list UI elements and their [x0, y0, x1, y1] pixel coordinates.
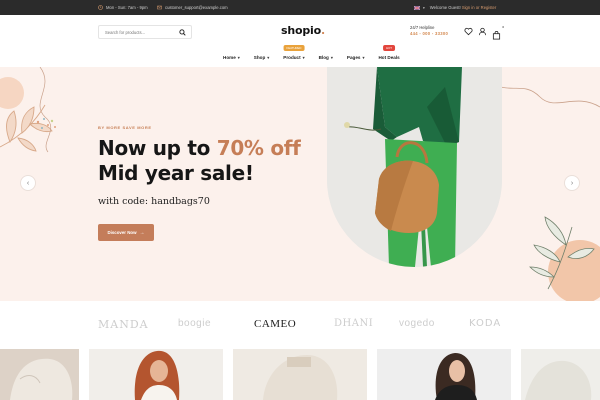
brand-logo[interactable]: DHANI: [334, 318, 373, 329]
chevron-down-icon: ▾: [330, 54, 333, 60]
uk-flag-icon[interactable]: [414, 5, 420, 10]
hero-image-arch: [327, 67, 502, 267]
cta-label: Discover Now: [107, 230, 137, 235]
header-icons: 0: [464, 25, 504, 40]
page: Mon - Sun: 7am - 9pm customer_support@ex…: [0, 0, 600, 400]
category-card-image: [0, 349, 79, 400]
search-input[interactable]: [99, 26, 177, 38]
language-caret-icon[interactable]: ▾: [423, 6, 425, 10]
category-card-image: [233, 349, 367, 400]
category-card-image: [377, 349, 511, 400]
discover-now-button[interactable]: Discover Now →: [98, 224, 154, 241]
clock-icon: [98, 5, 103, 10]
logo-text: shopio: [281, 24, 321, 37]
nav-label: Shop: [253, 54, 266, 60]
chevron-left-icon: ‹: [26, 179, 30, 187]
support-email-text[interactable]: customer_support@example.com: [165, 5, 228, 10]
category-card[interactable]: [377, 349, 511, 400]
brand-logo-active[interactable]: CAMEO: [254, 318, 296, 330]
hot-flag: HOT: [383, 45, 395, 51]
nav-item-product[interactable]: FEATURED Product ▾: [276, 45, 311, 62]
brand-logo[interactable]: KODA: [469, 318, 501, 329]
brand-logo[interactable]: vogedo: [399, 318, 435, 329]
nav-item-pages[interactable]: Pages ▾: [340, 52, 372, 62]
nav-label: Pages: [346, 54, 361, 60]
nav-label: Home: [223, 54, 236, 60]
arrow-right-icon: →: [139, 229, 145, 236]
category-card[interactable]: [521, 349, 600, 400]
category-card[interactable]: [0, 349, 79, 400]
hero-headline-line2: Mid year sale!: [98, 161, 254, 185]
support-email[interactable]: customer_support@example.com: [157, 0, 228, 15]
category-card[interactable]: [89, 349, 223, 400]
promo-code-text: with code: handbags70: [98, 196, 210, 207]
nav-label: Product: [283, 54, 301, 60]
featured-flag: FEATURED: [283, 45, 305, 51]
category-card[interactable]: [233, 349, 367, 400]
leaf-sprig-left: [0, 104, 53, 152]
brand-logo-strip: MANDA boogie CAMEO DHANI vogedo KODA: [0, 301, 600, 349]
headline-discount: 70% off: [216, 136, 301, 160]
header: shopio. 24/7 Helpline 444 - 000 - 33300 …: [0, 15, 600, 67]
category-cards-row: [0, 349, 600, 400]
peach-circle-left: [0, 77, 24, 109]
cart-bag-icon: [492, 31, 501, 40]
account-links: ▾ Welcome Guest! Sign in or Register: [414, 0, 496, 15]
chevron-down-icon: ▾: [362, 54, 365, 60]
wishlist-heart-icon[interactable]: [464, 27, 473, 36]
nav-label: Blog: [318, 54, 329, 60]
store-hours: Mon - Sun: 7am - 9pm: [98, 0, 148, 15]
nav-item-shop[interactable]: Shop ▾: [247, 52, 277, 62]
brand-logo[interactable]: boogie: [178, 318, 211, 329]
chevron-down-icon: ▾: [237, 54, 240, 60]
hero-decoration: [0, 67, 600, 301]
cart-count-badge: 0: [502, 25, 504, 29]
welcome-text: Welcome Guest!: [429, 5, 461, 10]
search-icon[interactable]: [179, 29, 186, 36]
line-squiggle-left: [39, 67, 52, 153]
category-card-image: [89, 349, 223, 400]
hero-banner: BY MORE SAVE MORE Now up to 70% off Mid …: [0, 67, 600, 301]
nav-item-blog[interactable]: Blog ▾: [312, 52, 340, 62]
brand-logo[interactable]: MANDA: [98, 318, 149, 331]
slider-next-button[interactable]: ›: [564, 175, 580, 191]
headline-prefix: Now up to: [98, 136, 217, 160]
hero-eyebrow: BY MORE SAVE MORE: [98, 125, 152, 130]
main-nav: Home ▾ Shop ▾ FEATURED Product ▾ Blog ▾ Pages…: [216, 45, 407, 62]
chevron-down-icon: ▾: [302, 54, 305, 60]
helpline: 24/7 Helpline 444 - 000 - 33300: [410, 25, 448, 37]
store-hours-text: Mon - Sun: 7am - 9pm: [106, 5, 148, 10]
hero-headline-line1: Now up to 70% off: [98, 136, 301, 160]
slider-prev-button[interactable]: ‹: [20, 175, 36, 191]
logo-dot: .: [320, 24, 325, 37]
nav-item-hot-deals[interactable]: HOT Hot Deals: [371, 45, 406, 62]
site-logo[interactable]: shopio.: [281, 24, 325, 37]
mail-icon: [157, 5, 162, 10]
signin-link[interactable]: Sign in or Register: [462, 5, 496, 10]
search-box: [98, 25, 192, 39]
top-bar: Mon - Sun: 7am - 9pm customer_support@ex…: [0, 0, 600, 15]
chevron-right-icon: ›: [570, 179, 574, 187]
nav-item-home[interactable]: Home ▾: [216, 52, 247, 62]
model-handbag-image: [327, 67, 502, 267]
nav-label: Hot Deals: [378, 54, 400, 60]
chevron-down-icon: ▾: [267, 54, 270, 60]
user-account-icon[interactable]: [478, 27, 487, 36]
cart-button[interactable]: 0: [492, 25, 504, 40]
helpline-number[interactable]: 444 - 000 - 33300: [410, 31, 448, 37]
category-card-image: [521, 349, 600, 400]
